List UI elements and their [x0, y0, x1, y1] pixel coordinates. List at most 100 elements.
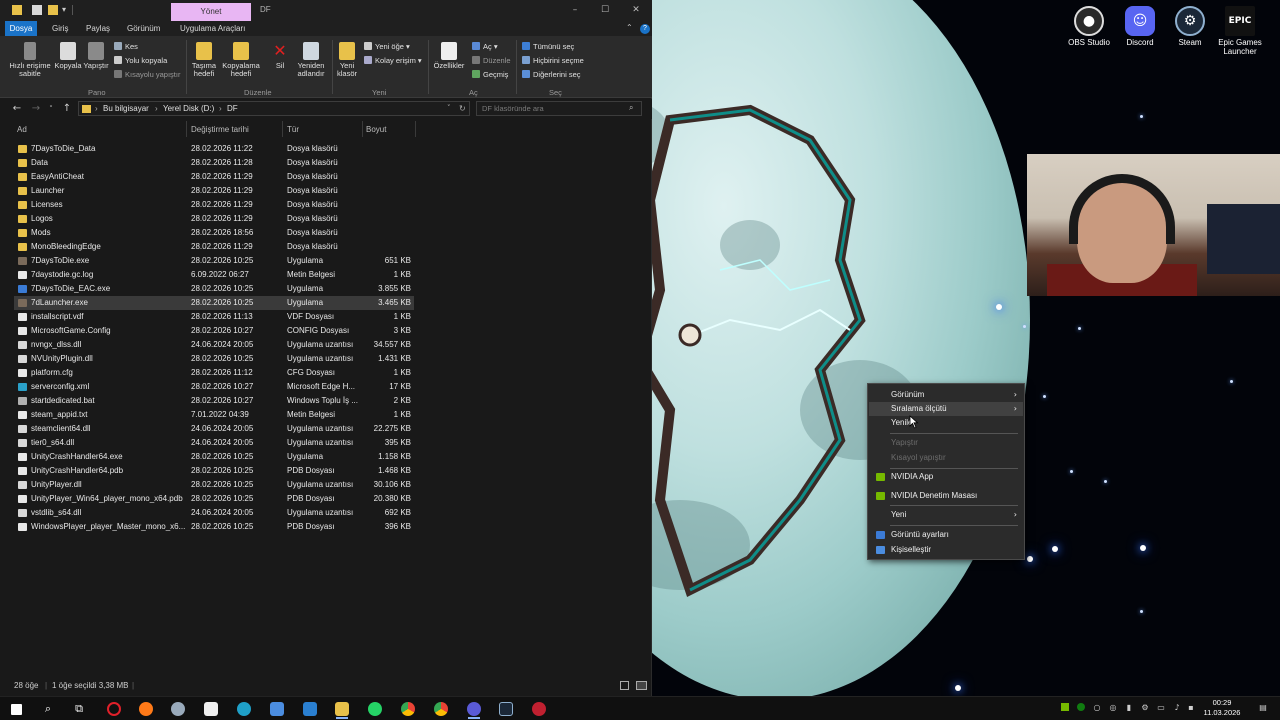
invert-selection-button[interactable]: Diğerlerini seç	[522, 70, 581, 79]
network-tray-icon[interactable]: ▭	[1156, 703, 1166, 713]
breadcrumb-local-disk[interactable]: Yerel Disk (D:)	[163, 104, 214, 113]
volume-tray-icon[interactable]: ♪	[1172, 703, 1182, 713]
file-row[interactable]: UnityCrashHandler64.pdb 28.02.2026 10:25 P…	[14, 464, 414, 478]
tray-icon[interactable]: ◎	[1108, 703, 1118, 713]
quick-access-dropdown-icon[interactable]: ▾	[62, 5, 72, 15]
tab-view[interactable]: Görünüm	[123, 21, 164, 36]
properties-button[interactable]: Özellikler	[430, 42, 468, 70]
taskbar-steam[interactable]	[494, 699, 518, 719]
recent-locations-button[interactable]: ˅	[44, 102, 58, 116]
chevron-down-icon[interactable]: ˅	[447, 104, 451, 112]
taskbar-opera[interactable]	[102, 699, 126, 719]
file-row[interactable]: vstdlib_s64.dll 24.06.2024 20:05 Uygulama …	[14, 506, 414, 520]
new-folder-icon[interactable]	[48, 5, 58, 15]
file-row[interactable]: 7dLauncher.exe 28.02.2026 10:25 Uygulama 3.…	[14, 296, 414, 310]
notifications-icon[interactable]: ▤	[1258, 703, 1268, 713]
menu-item-personalize[interactable]: Kişiselleştir	[869, 543, 1023, 557]
file-row[interactable]: serverconfig.xml 28.02.2026 10:27 Microsof…	[14, 380, 414, 394]
forward-button[interactable]: →	[29, 102, 43, 116]
steam-tray-icon[interactable]: ⚙	[1140, 703, 1150, 713]
file-row[interactable]: MicrosoftGame.Config 28.02.2026 10:27 CONF…	[14, 324, 414, 338]
refresh-icon[interactable]: ↻	[459, 104, 466, 113]
taskbar-app[interactable]	[166, 699, 190, 719]
history-button[interactable]: Geçmiş	[472, 70, 508, 79]
column-header-size[interactable]: Boyut	[366, 125, 386, 134]
search-button[interactable]: ⌕	[36, 699, 60, 719]
menu-item-sort-by[interactable]: Sıralama ölçütü ›	[869, 402, 1023, 416]
rename-button[interactable]: Yeniden adlandır	[294, 42, 328, 78]
column-divider[interactable]	[282, 121, 283, 137]
column-header-name[interactable]: Ad	[17, 125, 27, 134]
tab-share[interactable]: Paylaş	[82, 21, 114, 36]
select-all-button[interactable]: Tümünü seç	[522, 42, 574, 51]
column-divider[interactable]	[415, 121, 416, 137]
select-none-button[interactable]: Hiçbirini seçme	[522, 56, 584, 65]
up-button[interactable]: ↑	[60, 102, 74, 116]
details-view-icon[interactable]	[620, 681, 629, 690]
taskbar-whatsapp[interactable]	[363, 699, 387, 719]
edit-button[interactable]: Düzenle	[472, 56, 511, 65]
desktop-icon-discord[interactable]: ☺ Discord	[1112, 6, 1168, 47]
new-folder-button[interactable]: Yeni klasör	[334, 42, 360, 78]
menu-item-refresh[interactable]: Yenile	[869, 416, 1023, 430]
menu-item-nvidia-app[interactable]: NVIDIA App	[869, 470, 1023, 484]
file-row[interactable]: UnityCrashHandler64.exe 28.02.2026 10:25 U…	[14, 450, 414, 464]
collapse-ribbon-icon[interactable]: ⌃	[626, 23, 633, 32]
cut-button[interactable]: Kes	[114, 42, 138, 51]
file-row[interactable]: 7DaysToDie_Data 28.02.2026 11:22 Dosya kla…	[14, 142, 414, 156]
taskbar-app-3[interactable]	[527, 699, 551, 719]
file-row[interactable]: steamclient64.dll 24.06.2024 20:05 Uygulam…	[14, 422, 414, 436]
menu-item-paste[interactable]: Yapıştır	[869, 436, 1023, 450]
file-row[interactable]: 7DaysToDie_EAC.exe 28.02.2026 10:25 Uygula…	[14, 282, 414, 296]
back-button[interactable]: ←	[10, 102, 24, 116]
menu-item-nvidia-control-panel[interactable]: NVIDIA Denetim Masası	[869, 489, 1023, 503]
address-bar[interactable]: › Bu bilgisayar › Yerel Disk (D:) › DF ˅…	[78, 101, 470, 116]
help-icon[interactable]: ?	[640, 24, 650, 34]
file-row[interactable]: Logos 28.02.2026 11:29 Dosya klasörü	[14, 212, 414, 226]
delete-button[interactable]: ✕ Sil	[268, 42, 292, 70]
file-row[interactable]: EasyAntiCheat 28.02.2026 11:29 Dosya klasö…	[14, 170, 414, 184]
taskbar-app-2[interactable]	[298, 699, 322, 719]
file-row[interactable]: nvngx_dlss.dll 24.06.2024 20:05 Uygulama u…	[14, 338, 414, 352]
properties-icon[interactable]	[32, 5, 42, 15]
tab-file[interactable]: Dosya	[5, 21, 37, 36]
file-row[interactable]: 7DaysToDie.exe 28.02.2026 10:25 Uygulama 65…	[14, 254, 414, 268]
file-row[interactable]: NVUnityPlugin.dll 28.02.2026 10:25 Uygulam…	[14, 352, 414, 366]
breadcrumb-df[interactable]: DF	[227, 104, 238, 113]
file-row[interactable]: MonoBleedingEdge 28.02.2026 11:29 Dosya kl…	[14, 240, 414, 254]
file-row[interactable]: UnityPlayer.dll 28.02.2026 10:25 Uygulama …	[14, 478, 414, 492]
taskbar-file-explorer[interactable]	[330, 699, 354, 719]
open-button[interactable]: Aç ▾	[472, 42, 498, 51]
contextual-tab-manage[interactable]: Yönet	[171, 3, 251, 21]
file-row[interactable]: tier0_s64.dll 24.06.2024 20:05 Uygulama uz…	[14, 436, 414, 450]
column-divider[interactable]	[362, 121, 363, 137]
copy-button[interactable]: Kopyala	[52, 42, 84, 70]
move-to-button[interactable]: Taşıma hedefi	[188, 42, 220, 78]
column-header-date[interactable]: Değiştirme tarihi	[191, 125, 249, 134]
easy-access-button[interactable]: Kolay erişim ▾	[364, 56, 422, 65]
search-input[interactable]: DF klasöründe ara ⌕	[476, 101, 642, 116]
taskbar-remote-desktop[interactable]	[265, 699, 289, 719]
tray-icon[interactable]: ○	[1092, 703, 1102, 713]
pin-quick-access-button[interactable]: Hızlı erişime sabitle	[6, 42, 54, 78]
taskbar-obs[interactable]	[462, 699, 486, 719]
minimize-button[interactable]: –	[560, 2, 590, 18]
tray-icon[interactable]: ▪	[1186, 703, 1196, 713]
breadcrumb-this-pc[interactable]: Bu bilgisayar	[103, 104, 149, 113]
file-row[interactable]: Mods 28.02.2026 18:56 Dosya klasörü	[14, 226, 414, 240]
column-header-type[interactable]: Tür	[287, 125, 299, 134]
menu-item-view[interactable]: Görünüm ›	[869, 388, 1023, 402]
desktop-icon-obs[interactable]: ● OBS Studio	[1061, 6, 1117, 47]
menu-item-display-settings[interactable]: Görüntü ayarları	[869, 528, 1023, 542]
copy-path-button[interactable]: Yolu kopyala	[114, 56, 167, 65]
xbox-tray-icon[interactable]	[1076, 703, 1086, 713]
taskbar-chrome[interactable]	[396, 699, 420, 719]
file-row[interactable]: startdedicated.bat 28.02.2026 10:27 Window…	[14, 394, 414, 408]
menu-item-new[interactable]: Yeni ›	[869, 508, 1023, 522]
maximize-button[interactable]: ☐	[590, 2, 620, 18]
task-view-button[interactable]: ⧉	[67, 699, 91, 719]
file-row[interactable]: WindowsPlayer_player_Master_mono_x6... 28…	[14, 520, 414, 534]
file-row[interactable]: installscript.vdf 28.02.2026 11:13 VDF Dos…	[14, 310, 414, 324]
taskbar-store[interactable]	[199, 699, 223, 719]
paste-shortcut-button[interactable]: Kısayolu yapıştır	[114, 70, 180, 79]
